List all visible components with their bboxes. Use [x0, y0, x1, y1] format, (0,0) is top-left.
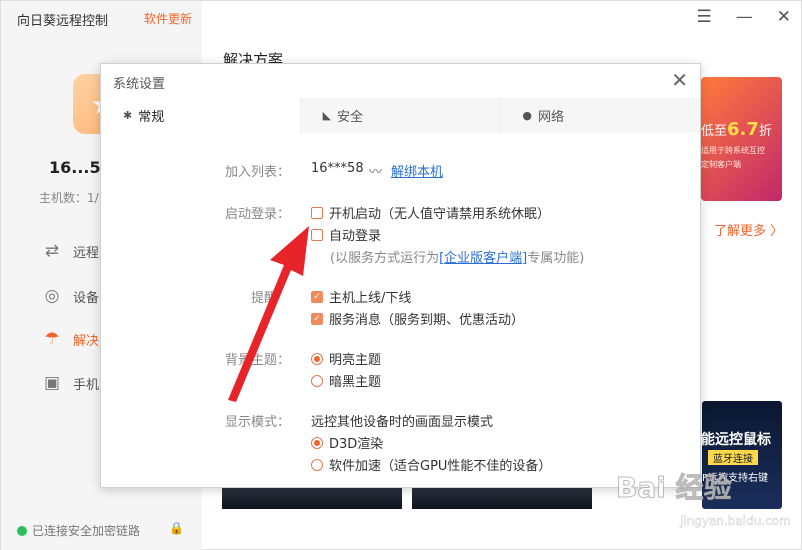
promo-title: 能远控鼠标 — [702, 432, 771, 448]
phone-icon: ▣ — [43, 373, 61, 393]
solution-icon: ☂ — [44, 329, 60, 349]
dark-theme-radio[interactable] — [311, 374, 323, 387]
close-icon[interactable]: ✕ — [777, 7, 791, 27]
option-label: D3D渲染 — [329, 437, 384, 452]
d3d-radio[interactable] — [311, 436, 323, 449]
gear-icon: ✱ — [123, 109, 133, 122]
sidebar-item-label: 解决 — [73, 333, 100, 349]
sidebar-item-label: 手机 — [73, 377, 100, 393]
window-controls: ☰ — ✕ — [697, 7, 792, 27]
eye-closed-icon[interactable]: 〰 — [369, 161, 382, 180]
auto-login-checkbox[interactable] — [311, 228, 323, 241]
lock-icon[interactable]: 🔒 — [169, 521, 184, 535]
option-label: 主机上线/下线 — [329, 291, 412, 306]
banner-headline: 低至6.7折 — [701, 119, 772, 140]
service-note: (以服务方式运行为[企业版客户端]专属功能) — [330, 251, 585, 266]
tab-label: 安全 — [337, 110, 364, 125]
theme-label: 背景主题： — [225, 353, 291, 368]
option-label: 开机启动（无人值守请禁用系统休眠） — [329, 207, 551, 222]
connection-status-text: 已连接安全加密链路 — [32, 524, 141, 538]
enterprise-client-link[interactable]: [企业版客户端] — [439, 251, 527, 266]
software-accel-radio[interactable] — [311, 458, 323, 471]
device-icon: ◎ — [44, 286, 60, 306]
dialog-title: 系统设置 — [113, 77, 166, 92]
light-theme-radio[interactable] — [311, 352, 323, 365]
globe-icon: ● — [522, 109, 532, 122]
connection-status: 已连接安全加密链路 — [17, 522, 140, 539]
option-label: 服务消息（服务到期、优惠活动） — [329, 313, 525, 328]
software-update-link[interactable]: 软件更新 — [144, 10, 192, 27]
display-mode-label: 显示模式： — [225, 415, 291, 430]
minimize-icon[interactable]: — — [736, 7, 753, 27]
join-list-label: 加入列表： — [225, 165, 291, 180]
learn-more-link[interactable]: 了解更多 〉 — [714, 220, 783, 239]
tab-label: 常规 — [138, 110, 165, 125]
auto-login-option[interactable]: 自动登录 — [311, 225, 381, 244]
solution-thumbnail[interactable] — [222, 488, 402, 509]
software-accel-option[interactable]: 软件加速（适合GPU性能不佳的设备） — [311, 455, 551, 474]
option-label: 暗黑主题 — [329, 375, 382, 390]
settings-tabs: ✱ 常规 ◣ 安全 ● 网络 — [101, 98, 701, 133]
service-msg-option[interactable]: ✓ 服务消息（服务到期、优惠活动） — [311, 309, 524, 328]
menu-icon[interactable]: ☰ — [697, 7, 712, 27]
boot-start-option[interactable]: 开机启动（无人值守请禁用系统休眠） — [311, 203, 550, 222]
join-list-id: 16***58 — [311, 161, 364, 176]
unbind-link[interactable]: 解绑本机 — [391, 161, 443, 180]
solution-thumbnail[interactable] — [412, 488, 592, 509]
option-label: 自动登录 — [329, 229, 382, 244]
remote-icon: ⇄ — [44, 241, 60, 261]
sidebar-item-label: 远程 — [73, 245, 100, 261]
startup-label: 启动登录： — [225, 207, 291, 222]
dark-theme-option[interactable]: 暗黑主题 — [311, 371, 381, 390]
host-count: 主机数：1/ — [39, 191, 99, 205]
boot-start-checkbox[interactable] — [311, 206, 323, 219]
banner-line: 适用于跨系统互控 — [701, 146, 765, 155]
light-theme-option[interactable]: 明亮主题 — [311, 349, 381, 368]
watermark: Bai 经验 jingyan.baidu.com — [616, 466, 791, 529]
display-mode-desc: 远控其他设备时的画面显示模式 — [311, 415, 494, 430]
banner-line: 定制客户端 — [701, 160, 741, 169]
watermark-logo: Bai 经验 — [616, 471, 733, 505]
dialog-close-icon[interactable]: ✕ — [671, 68, 688, 92]
service-msg-checkbox[interactable]: ✓ — [311, 312, 323, 325]
tab-general[interactable]: ✱ 常规 — [101, 98, 301, 133]
sidebar-item-label: 设备 — [73, 290, 100, 306]
host-online-option[interactable]: ✓ 主机上线/下线 — [311, 287, 411, 306]
tab-label: 网络 — [537, 110, 564, 125]
promo-badge: 蓝牙连接 — [708, 450, 758, 465]
option-label: 软件加速（适合GPU性能不佳的设备） — [329, 459, 552, 474]
discount-banner[interactable]: 低至6.7折 适用于跨系统互控 定制客户端 — [701, 77, 782, 201]
app-title: 向日葵远程控制 — [17, 14, 109, 29]
status-dot-icon — [17, 525, 27, 536]
tab-network[interactable]: ● 网络 — [500, 98, 701, 133]
tab-security[interactable]: ◣ 安全 — [300, 98, 501, 133]
settings-dialog: 系统设置 ✕ ✱ 常规 ◣ 安全 ● 网络 加入列表： 16***58 〰 解绑… — [100, 63, 701, 488]
watermark-url: jingyan.baidu.com — [680, 514, 791, 528]
host-online-checkbox[interactable]: ✓ — [311, 290, 323, 303]
d3d-option[interactable]: D3D渲染 — [311, 433, 383, 452]
option-label: 明亮主题 — [329, 353, 382, 368]
remind-label: 提醒 — [251, 291, 278, 306]
shield-icon: ◣ — [322, 109, 332, 122]
